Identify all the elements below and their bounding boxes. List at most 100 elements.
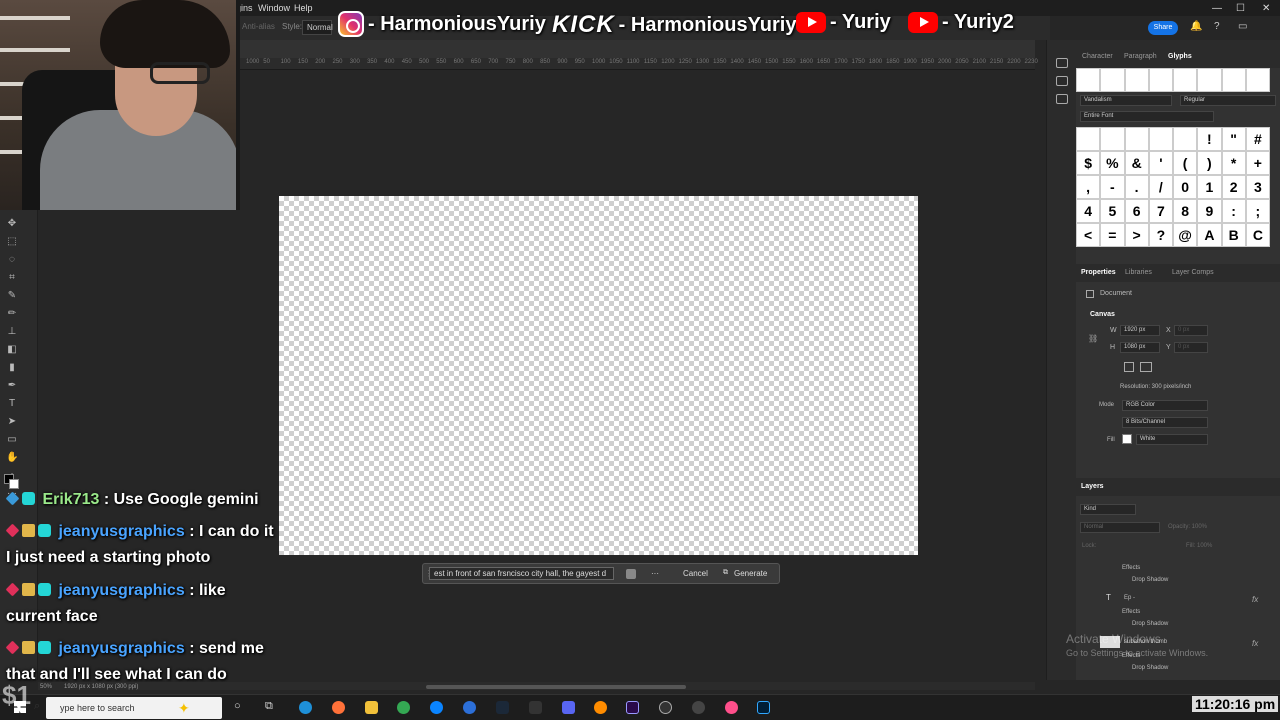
glyph-cell[interactable]: < bbox=[1076, 223, 1101, 247]
tab-layer-comps[interactable]: Layer Comps bbox=[1172, 269, 1214, 276]
edge-icon[interactable] bbox=[299, 701, 312, 714]
glyph-cell[interactable]: " bbox=[1221, 127, 1246, 151]
tab-libraries[interactable]: Libraries bbox=[1125, 269, 1152, 276]
glyph-cell[interactable]: B bbox=[1221, 223, 1246, 247]
layer-filter-select[interactable]: Kind bbox=[1080, 504, 1136, 515]
glyph-cell[interactable]: # bbox=[1245, 127, 1270, 151]
settings-icon[interactable] bbox=[626, 569, 636, 579]
glyph-cell[interactable]: C bbox=[1245, 223, 1270, 247]
app-icon[interactable] bbox=[725, 701, 738, 714]
recent-glyph[interactable] bbox=[1245, 68, 1270, 92]
pen-tool-icon[interactable]: ✒ bbox=[6, 380, 18, 391]
move-tool-icon[interactable]: ✥ bbox=[6, 218, 18, 229]
maximize-button[interactable]: ☐ bbox=[1236, 3, 1245, 14]
recent-glyph[interactable] bbox=[1148, 68, 1173, 92]
menu-window[interactable]: Window bbox=[258, 3, 290, 13]
glyph-cell[interactable] bbox=[1076, 127, 1101, 151]
app-icon[interactable] bbox=[692, 701, 705, 714]
tab-glyphs[interactable]: Glyphs bbox=[1168, 53, 1192, 60]
task-view-icon[interactable]: ⧉ bbox=[265, 700, 273, 713]
glyph-cell[interactable]: ( bbox=[1173, 151, 1198, 175]
tab-character[interactable]: Character bbox=[1082, 53, 1113, 60]
epic-games-icon[interactable] bbox=[529, 701, 542, 714]
glyph-cell[interactable]: 2 bbox=[1221, 175, 1246, 199]
recent-glyph[interactable] bbox=[1100, 68, 1125, 92]
generative-prompt-input[interactable]: est in front of san frsncisco city hall,… bbox=[429, 567, 614, 580]
glyph-cell[interactable]: 5 bbox=[1100, 199, 1125, 223]
adjustments-icon[interactable] bbox=[1056, 76, 1068, 86]
recent-glyph[interactable] bbox=[1173, 68, 1198, 92]
obs-icon[interactable] bbox=[659, 701, 672, 714]
bell-icon[interactable]: 🔔 bbox=[1190, 21, 1202, 32]
recent-glyph[interactable] bbox=[1124, 68, 1149, 92]
app-icon[interactable] bbox=[594, 701, 607, 714]
app-icon[interactable] bbox=[463, 701, 476, 714]
height-field[interactable]: 1080 px bbox=[1120, 342, 1160, 353]
layer-name[interactable]: Ep - bbox=[1124, 595, 1135, 601]
tab-paragraph[interactable]: Paragraph bbox=[1124, 53, 1157, 60]
glyph-cell[interactable]: 1 bbox=[1197, 175, 1222, 199]
app-icon[interactable] bbox=[430, 701, 443, 714]
minimize-button[interactable]: — bbox=[1212, 3, 1222, 14]
taskbar-search-input[interactable]: ype here to search bbox=[46, 697, 222, 719]
blend-mode-select[interactable]: Normal bbox=[1080, 522, 1160, 533]
shape-tool-icon[interactable]: ▭ bbox=[6, 434, 18, 445]
glyph-cell[interactable]: 0 bbox=[1173, 175, 1198, 199]
glyph-cell[interactable]: $ bbox=[1076, 151, 1101, 175]
portrait-icon[interactable] bbox=[1124, 362, 1134, 372]
glyph-cell[interactable]: ; bbox=[1245, 199, 1270, 223]
history-icon[interactable] bbox=[1056, 58, 1068, 68]
glyph-cell[interactable]: - bbox=[1100, 175, 1125, 199]
close-button[interactable]: ✕ bbox=[1262, 3, 1270, 14]
menu-help[interactable]: Help bbox=[294, 3, 313, 13]
glyph-cell[interactable]: + bbox=[1245, 151, 1270, 175]
style-select[interactable]: Normal bbox=[302, 20, 333, 35]
brush-tool-icon[interactable]: ✏ bbox=[6, 308, 18, 319]
crop-tool-icon[interactable]: ⌗ bbox=[6, 272, 18, 283]
photoshop-icon[interactable] bbox=[757, 701, 770, 714]
font-family-select[interactable]: Vandalism bbox=[1080, 95, 1172, 106]
eraser-tool-icon[interactable]: ◧ bbox=[6, 344, 18, 355]
file-explorer-icon[interactable] bbox=[365, 701, 378, 714]
generate-button[interactable]: Generate bbox=[734, 569, 767, 578]
steam-icon[interactable] bbox=[496, 701, 509, 714]
arrange-icon[interactable]: ▭ bbox=[1238, 21, 1247, 32]
landscape-icon[interactable] bbox=[1140, 362, 1152, 372]
glyph-cell[interactable]: & bbox=[1124, 151, 1149, 175]
share-button[interactable]: Share bbox=[1148, 21, 1178, 35]
fill-select[interactable]: White bbox=[1136, 434, 1208, 445]
path-select-icon[interactable]: ➤ bbox=[6, 416, 18, 427]
mode-select[interactable]: RGB Color bbox=[1122, 400, 1208, 411]
glyph-cell[interactable]: @ bbox=[1173, 223, 1198, 247]
glyph-cell[interactable]: ' bbox=[1148, 151, 1173, 175]
glyph-cell[interactable]: 6 bbox=[1124, 199, 1149, 223]
glyph-cell[interactable]: ) bbox=[1197, 151, 1222, 175]
bit-depth-select[interactable]: 8 Bits/Channel bbox=[1122, 417, 1208, 428]
lasso-tool-icon[interactable]: ◌ bbox=[6, 254, 18, 265]
glyph-cell[interactable]: ? bbox=[1148, 223, 1173, 247]
glyph-cell[interactable]: A bbox=[1197, 223, 1222, 247]
cancel-button[interactable]: Cancel bbox=[683, 569, 708, 578]
glyph-cell[interactable]: 3 bbox=[1245, 175, 1270, 199]
fx-icon[interactable]: fx bbox=[1252, 639, 1258, 648]
glyph-cell[interactable]: ! bbox=[1197, 127, 1222, 151]
tab-layers[interactable]: Layers bbox=[1081, 483, 1104, 490]
eyedropper-icon[interactable]: ✎ bbox=[6, 290, 18, 301]
glyph-cell[interactable]: % bbox=[1100, 151, 1125, 175]
y-field[interactable]: 0 px bbox=[1174, 342, 1208, 353]
more-options-button[interactable]: ··· bbox=[651, 569, 659, 578]
font-style-select[interactable]: Regular bbox=[1180, 95, 1276, 106]
glyph-cell[interactable] bbox=[1100, 127, 1125, 151]
hand-tool-icon[interactable]: ✋ bbox=[6, 452, 18, 463]
width-field[interactable]: 1920 px bbox=[1120, 325, 1160, 336]
glyph-cell[interactable]: > bbox=[1124, 223, 1149, 247]
marquee-tool-icon[interactable]: ⬚ bbox=[6, 236, 18, 247]
glyph-cell[interactable]: , bbox=[1076, 175, 1101, 199]
glyph-cell[interactable] bbox=[1124, 127, 1149, 151]
discord-icon[interactable] bbox=[562, 701, 575, 714]
x-field[interactable]: 0 px bbox=[1174, 325, 1208, 336]
tab-properties[interactable]: Properties bbox=[1081, 269, 1116, 276]
cortana-icon[interactable]: ○ bbox=[234, 700, 241, 712]
glyph-cell[interactable] bbox=[1173, 127, 1198, 151]
grid-icon[interactable] bbox=[1056, 94, 1068, 104]
